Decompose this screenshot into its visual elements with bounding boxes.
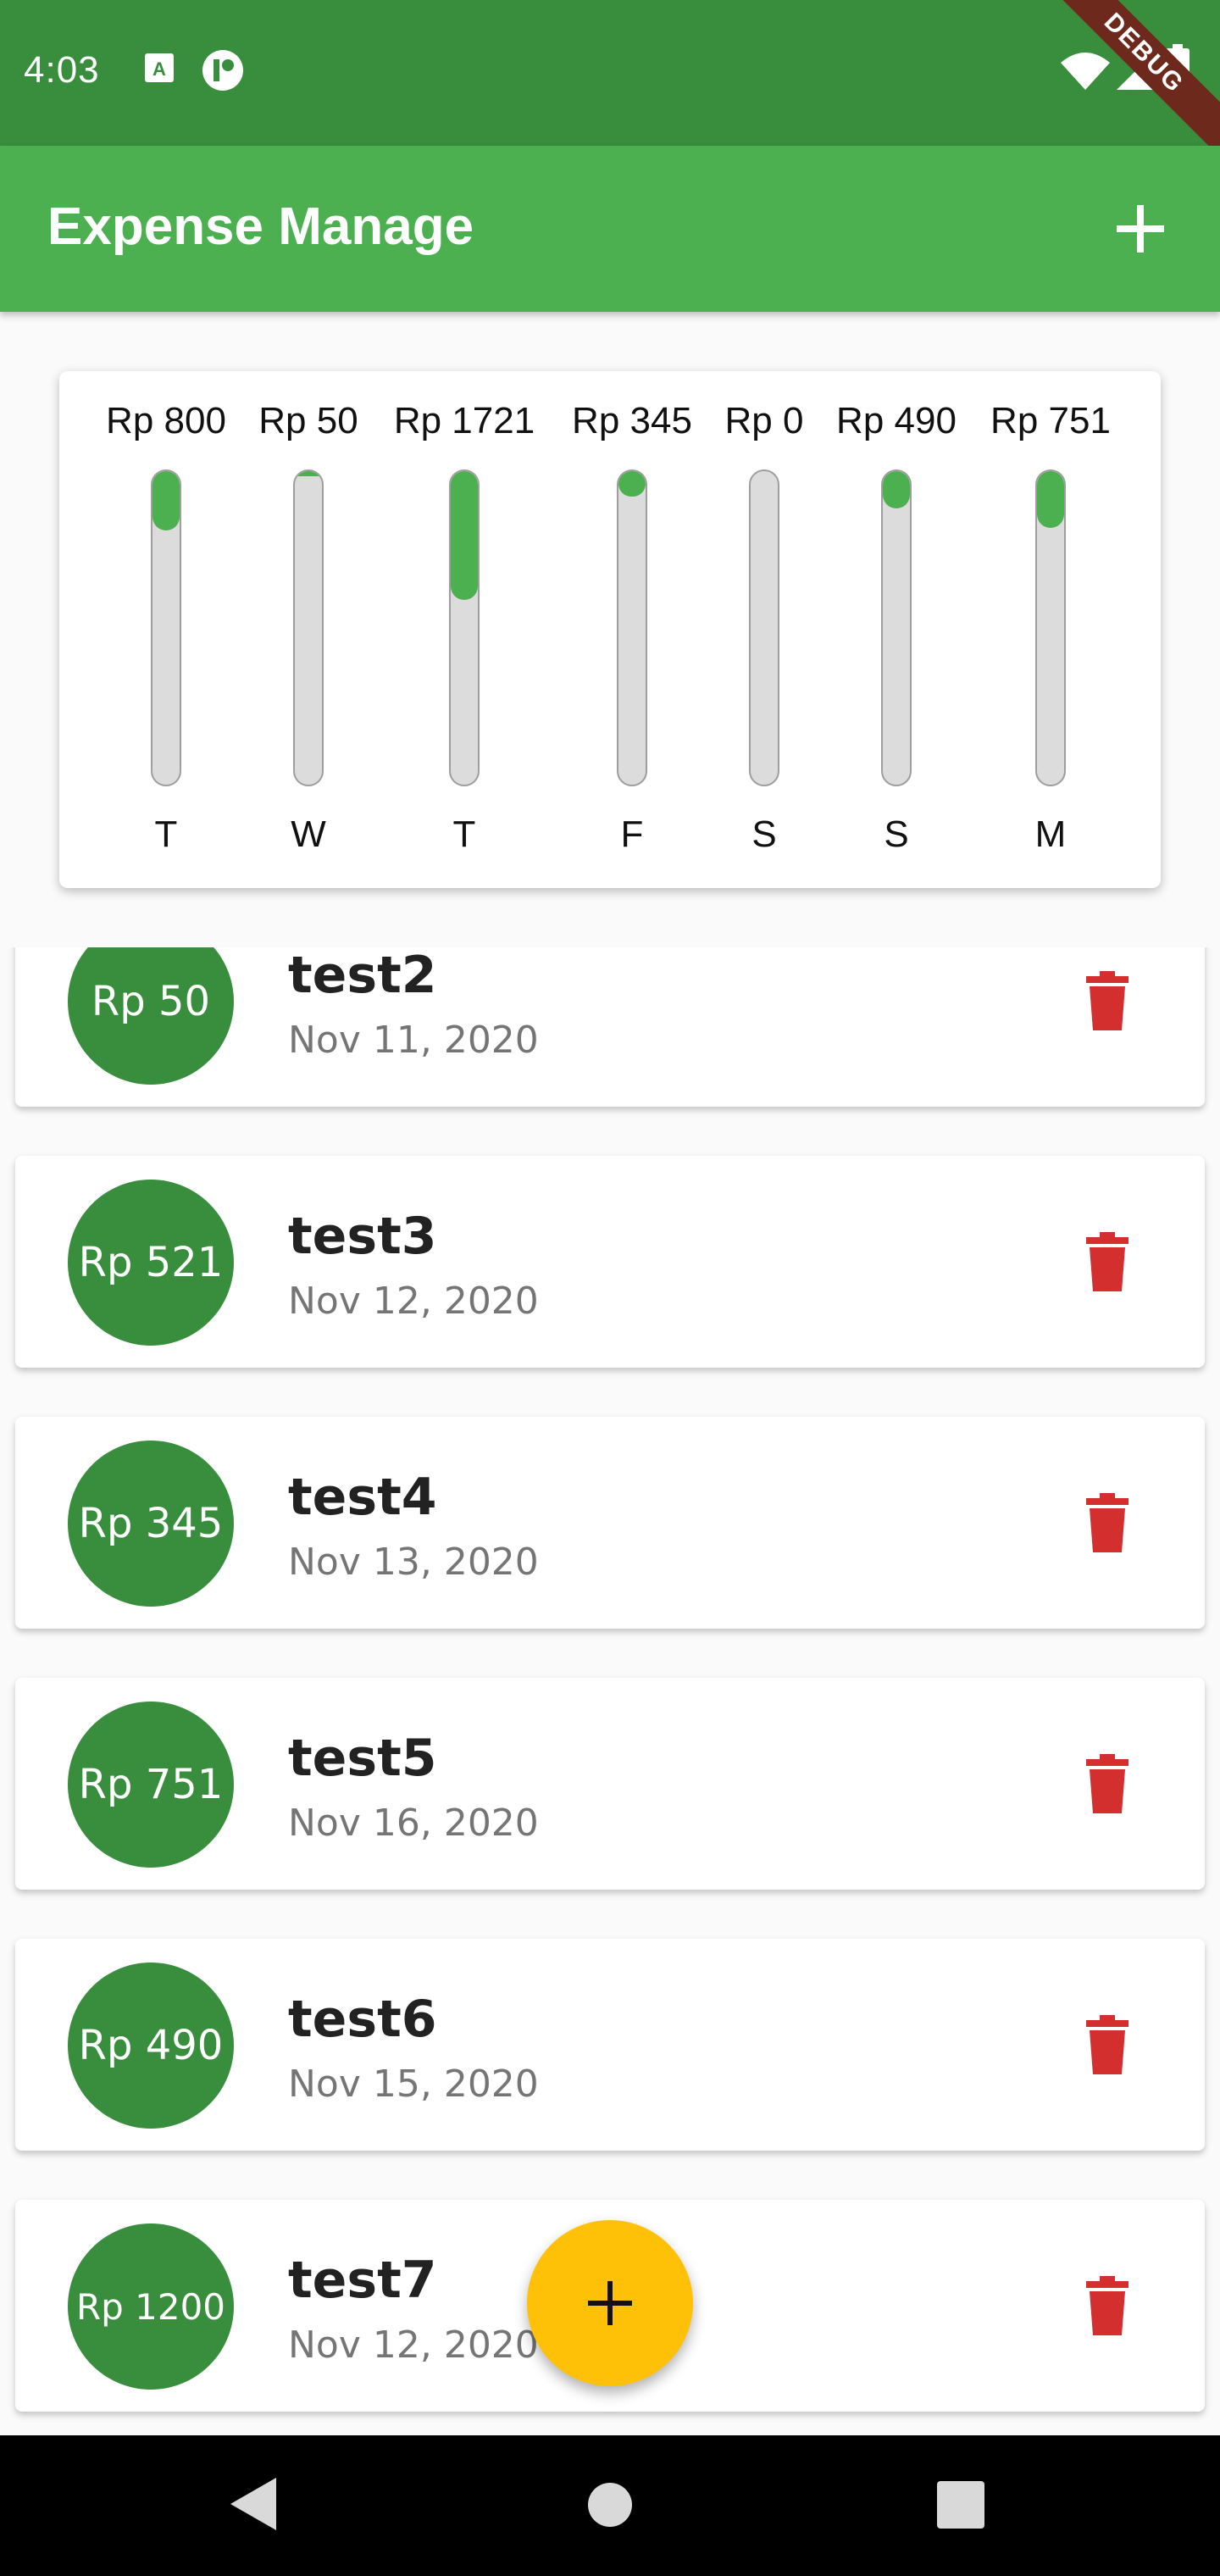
bar-track: [617, 469, 647, 786]
chart-bar-3: Rp 345 F: [556, 371, 708, 888]
status-time: 4:03: [24, 49, 100, 91]
transaction-date: Nov 11, 2020: [288, 1019, 539, 1062]
transaction-title: test7: [288, 2251, 437, 2310]
amount-avatar: Rp 490: [68, 1963, 234, 2129]
transaction-list[interactable]: Rp 50 test2 Nov 11, 2020 Rp 521 test3 No…: [0, 947, 1220, 2435]
status-bar: 4:03 A DEBUG: [0, 0, 1220, 164]
bar-day-label: W: [291, 813, 326, 855]
bar-day-label: M: [1034, 813, 1067, 855]
delete-icon[interactable]: [1086, 1232, 1128, 1291]
transaction-card[interactable]: Rp 751 test5 Nov 16, 2020: [15, 1678, 1205, 1890]
delete-icon[interactable]: [1086, 1493, 1128, 1552]
bar-amount: Rp 50: [258, 400, 358, 441]
transaction-date: Nov 12, 2020: [288, 2323, 539, 2367]
app-bar: Expense Manage: [0, 146, 1220, 312]
app-title: Expense Manage: [47, 197, 474, 256]
weekly-chart: Rp 800 T Rp 50 W Rp 1721 T Rp 345 F Rp 0…: [59, 371, 1161, 888]
delete-icon[interactable]: [1086, 971, 1128, 1030]
bar-track: [151, 469, 181, 786]
bar-amount: Rp 345: [572, 400, 692, 441]
back-icon[interactable]: [230, 2478, 276, 2530]
keyboard-notification-icon: A: [144, 53, 175, 86]
transaction-date: Nov 16, 2020: [288, 1802, 539, 1845]
delete-icon[interactable]: [1086, 2276, 1128, 2335]
amount-avatar: Rp 345: [68, 1441, 234, 1607]
recents-icon[interactable]: [937, 2481, 984, 2529]
amount-avatar: Rp 751: [68, 1702, 234, 1868]
bar-track: [293, 469, 324, 786]
bar-day-label: S: [751, 813, 777, 855]
bar-amount: Rp 1721: [393, 400, 535, 441]
plus-icon: [588, 2281, 632, 2325]
transaction-date: Nov 13, 2020: [288, 1541, 539, 1584]
bar-amount: Rp 800: [106, 400, 226, 441]
app-notification-icon: [202, 49, 244, 95]
bar-fill: [618, 471, 646, 497]
delete-icon[interactable]: [1086, 2015, 1128, 2074]
svg-text:A: A: [152, 58, 166, 80]
transaction-title: test3: [288, 1207, 437, 1266]
chart-bar-6: Rp 751 M: [974, 371, 1127, 888]
bar-day-label: F: [620, 813, 644, 855]
bar-track: [449, 469, 480, 786]
chart-bar-1: Rp 50 W: [232, 371, 385, 888]
wifi-icon: [1061, 53, 1110, 93]
bar-amount: Rp 0: [724, 400, 804, 441]
bar-track: [1035, 469, 1066, 786]
add-transaction-button[interactable]: [1095, 183, 1186, 275]
transaction-title: test6: [288, 1990, 437, 2049]
plus-icon: [1117, 205, 1164, 253]
transaction-card[interactable]: Rp 521 test3 Nov 12, 2020: [15, 1156, 1205, 1368]
transaction-title: test2: [288, 947, 437, 1005]
amount-avatar: Rp 1200: [68, 2223, 234, 2390]
bar-fill: [883, 471, 910, 509]
bar-fill: [152, 471, 180, 531]
bar-day-label: T: [452, 813, 476, 855]
bar-amount: Rp 751: [990, 400, 1111, 441]
bar-day-label: S: [884, 813, 909, 855]
transaction-title: test4: [288, 1468, 437, 1527]
amount-avatar: Rp 50: [68, 947, 234, 1085]
chart-bar-0: Rp 800 T: [90, 371, 242, 888]
bar-fill: [451, 471, 478, 600]
transaction-title: test5: [288, 1729, 437, 1788]
transaction-card[interactable]: Rp 50 test2 Nov 11, 2020: [15, 947, 1205, 1107]
system-nav-bar: [0, 2435, 1220, 2576]
transaction-card[interactable]: Rp 490 test6 Nov 15, 2020: [15, 1939, 1205, 2151]
bar-track: [749, 469, 779, 786]
transaction-date: Nov 12, 2020: [288, 1280, 539, 1323]
delete-icon[interactable]: [1086, 1754, 1128, 1813]
add-fab-button[interactable]: [527, 2220, 693, 2386]
chart-bar-2: Rp 1721 T: [388, 371, 541, 888]
home-icon[interactable]: [586, 2481, 634, 2529]
bar-track: [881, 469, 912, 786]
bar-fill: [1037, 471, 1064, 528]
bar-amount: Rp 490: [836, 400, 957, 441]
transaction-card[interactable]: Rp 345 test4 Nov 13, 2020: [15, 1417, 1205, 1629]
bar-day-label: T: [154, 813, 178, 855]
chart-bar-4: Rp 0 S: [688, 371, 840, 888]
chart-bar-5: Rp 490 S: [820, 371, 973, 888]
amount-avatar: Rp 521: [68, 1180, 234, 1346]
transaction-date: Nov 15, 2020: [288, 2062, 539, 2106]
bar-fill: [295, 471, 322, 476]
